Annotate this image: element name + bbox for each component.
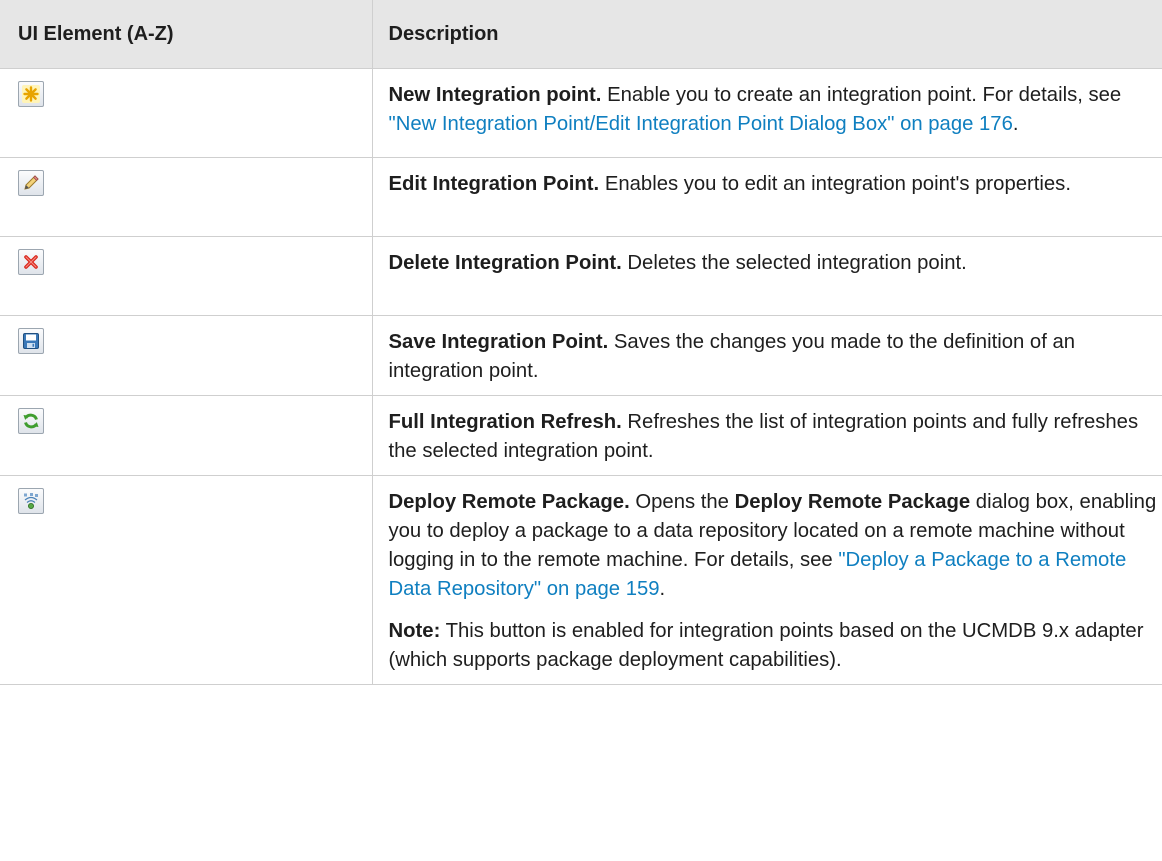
delete-x-icon [18,249,44,275]
description-text: New Integration point. Enable you to cre… [388,84,1122,135]
table-row: Edit Integration Point. Enables you to e… [0,157,1162,237]
table-row: Save Integration Point. Saves the change… [0,315,1162,396]
ui-element-cell [0,236,373,316]
refresh-icon [18,408,44,434]
element-title: Delete Integration Point. [388,252,622,274]
description-cell: Delete Integration Point. Deletes the se… [371,236,1162,316]
pencil-icon [18,170,44,196]
description-cell: New Integration point. Enable you to cre… [371,68,1162,158]
element-title: Deploy Remote Package. [388,491,630,513]
description-cell: Full Integration Refresh. Refreshes the … [371,395,1162,476]
table-header-row: UI Element (A-Z) Description [0,0,1162,69]
new-asterisk-icon [18,81,44,107]
floppy-save-icon [18,328,44,354]
description-cell: Edit Integration Point. Enables you to e… [371,157,1162,237]
table-row: Delete Integration Point. Deletes the se… [0,236,1162,316]
ui-element-cell [0,475,373,685]
ui-element-cell [0,157,373,237]
element-title: Edit Integration Point. [388,173,600,195]
ui-element-cell [0,68,373,158]
description-cell: Save Integration Point. Saves the change… [371,315,1162,396]
table-row: Full Integration Refresh. Refreshes the … [0,395,1162,476]
deploy-remote-icon [18,488,44,514]
description-text: Deploy Remote Package. Opens the Deploy … [388,491,1157,600]
cross-reference-link[interactable]: "New Integration Point/Edit Integration … [389,113,1013,135]
element-title: New Integration point. [388,84,602,106]
element-title: Save Integration Point. [388,331,609,353]
note-text: Note: This button is enabled for integra… [388,620,1144,671]
description-text: Full Integration Refresh. Refreshes the … [388,411,1139,462]
ui-elements-table: UI Element (A-Z) Description New Integra… [0,0,1162,685]
note-label: Note: [388,620,441,642]
header-description: Description [371,0,1162,69]
element-title: Full Integration Refresh. [388,411,622,433]
dialog-name: Deploy Remote Package [734,491,971,513]
ui-element-cell [0,395,373,476]
table-row: Deploy Remote Package. Opens the Deploy … [0,475,1162,685]
header-ui-element: UI Element (A-Z) [0,0,373,69]
description-text: Save Integration Point. Saves the change… [388,331,1076,382]
table-row: New Integration point. Enable you to cre… [0,68,1162,158]
description-text: Delete Integration Point. Deletes the se… [388,252,967,274]
description-text: Edit Integration Point. Enables you to e… [388,173,1071,195]
ui-element-cell [0,315,373,396]
description-cell: Deploy Remote Package. Opens the Deploy … [371,475,1162,685]
